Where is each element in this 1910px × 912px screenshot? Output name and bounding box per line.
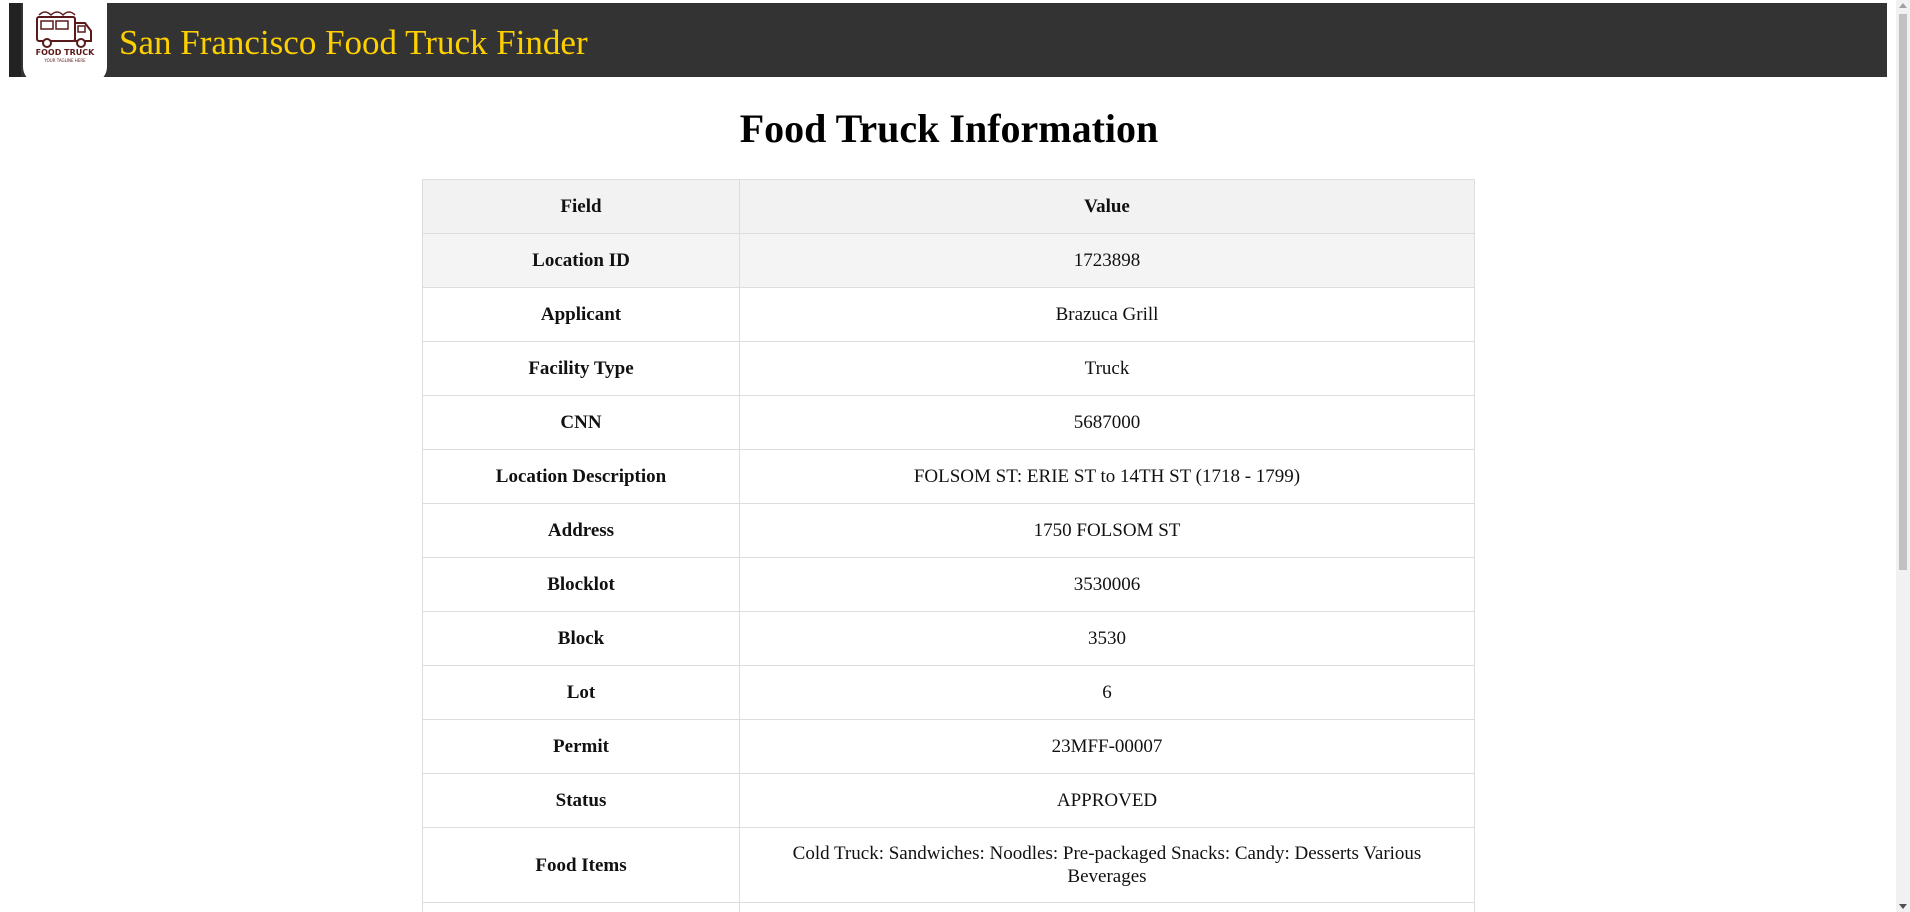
site-title[interactable]: San Francisco Food Truck Finder [119,21,588,65]
page: FOOD TRUCK YOUR TAGLINE HERE San Francis… [0,0,1910,912]
field-label: Permit [422,719,740,774]
field-value [739,902,1475,912]
table-row: Facility Type Truck [422,341,1475,396]
field-label: Blocklot [422,557,740,612]
table-row: Location Description FOLSOM ST: ERIE ST … [422,449,1475,504]
header-left-strip [9,3,21,77]
field-value: 3530 [739,611,1475,666]
table-row: Block 3530 [422,611,1475,666]
table-header-row: Field Value [422,179,1475,234]
table-row: CNN 5687000 [422,395,1475,450]
table-row: Food Items Cold Truck: Sandwiches: Noodl… [422,827,1475,903]
logo-text: FOOD TRUCK [35,48,95,57]
table-row: Blocklot 3530006 [422,557,1475,612]
field-value: APPROVED [739,773,1475,828]
field-label: Status [422,773,740,828]
field-label: Lot [422,665,740,720]
table-row: Status APPROVED [422,773,1475,828]
scroll-up-arrow-icon[interactable] [1899,3,1907,8]
field-value: 1723898 [739,233,1475,288]
field-value: 23MFF-00007 [739,719,1475,774]
field-value: 3530006 [739,557,1475,612]
field-label: Facility Type [422,341,740,396]
field-label: Location Description [422,449,740,504]
page-title: Food Truck Information [739,106,1159,151]
field-value: Cold Truck: Sandwiches: Noodles: Pre-pac… [739,827,1475,903]
field-value: FOLSOM ST: ERIE ST to 14TH ST (1718 - 17… [739,449,1475,504]
table-row: Location ID 1723898 [422,233,1475,288]
food-truck-logo[interactable]: FOOD TRUCK YOUR TAGLINE HERE [23,3,107,83]
table-row: Permit 23MFF-00007 [422,719,1475,774]
scroll-down-arrow-icon[interactable] [1899,904,1907,909]
table-row: Address 1750 FOLSOM ST [422,503,1475,558]
column-header-field: Field [422,179,740,234]
field-label [422,902,740,912]
field-value: 1750 FOLSOM ST [739,503,1475,558]
table-row: Lot 6 [422,665,1475,720]
column-header-value: Value [739,179,1475,234]
field-label: Address [422,503,740,558]
field-value: 5687000 [739,395,1475,450]
field-value: Brazuca Grill [739,287,1475,342]
field-label: Applicant [422,287,740,342]
site-header: FOOD TRUCK YOUR TAGLINE HERE San Francis… [9,3,1887,83]
field-value: 6 [739,665,1475,720]
field-label: CNN [422,395,740,450]
logo-tagline: YOUR TAGLINE HERE [44,58,86,63]
food-truck-info-table: Field Value Location ID 1723898 Applican… [422,179,1475,912]
table-row: Applicant Brazuca Grill [422,287,1475,342]
field-label: Block [422,611,740,666]
field-label: Location ID [422,233,740,288]
vertical-scrollbar[interactable] [1896,0,1910,912]
scrollbar-thumb[interactable] [1899,14,1907,570]
field-value: Truck [739,341,1475,396]
table-row-partial [422,902,1475,912]
field-label: Food Items [422,827,740,903]
